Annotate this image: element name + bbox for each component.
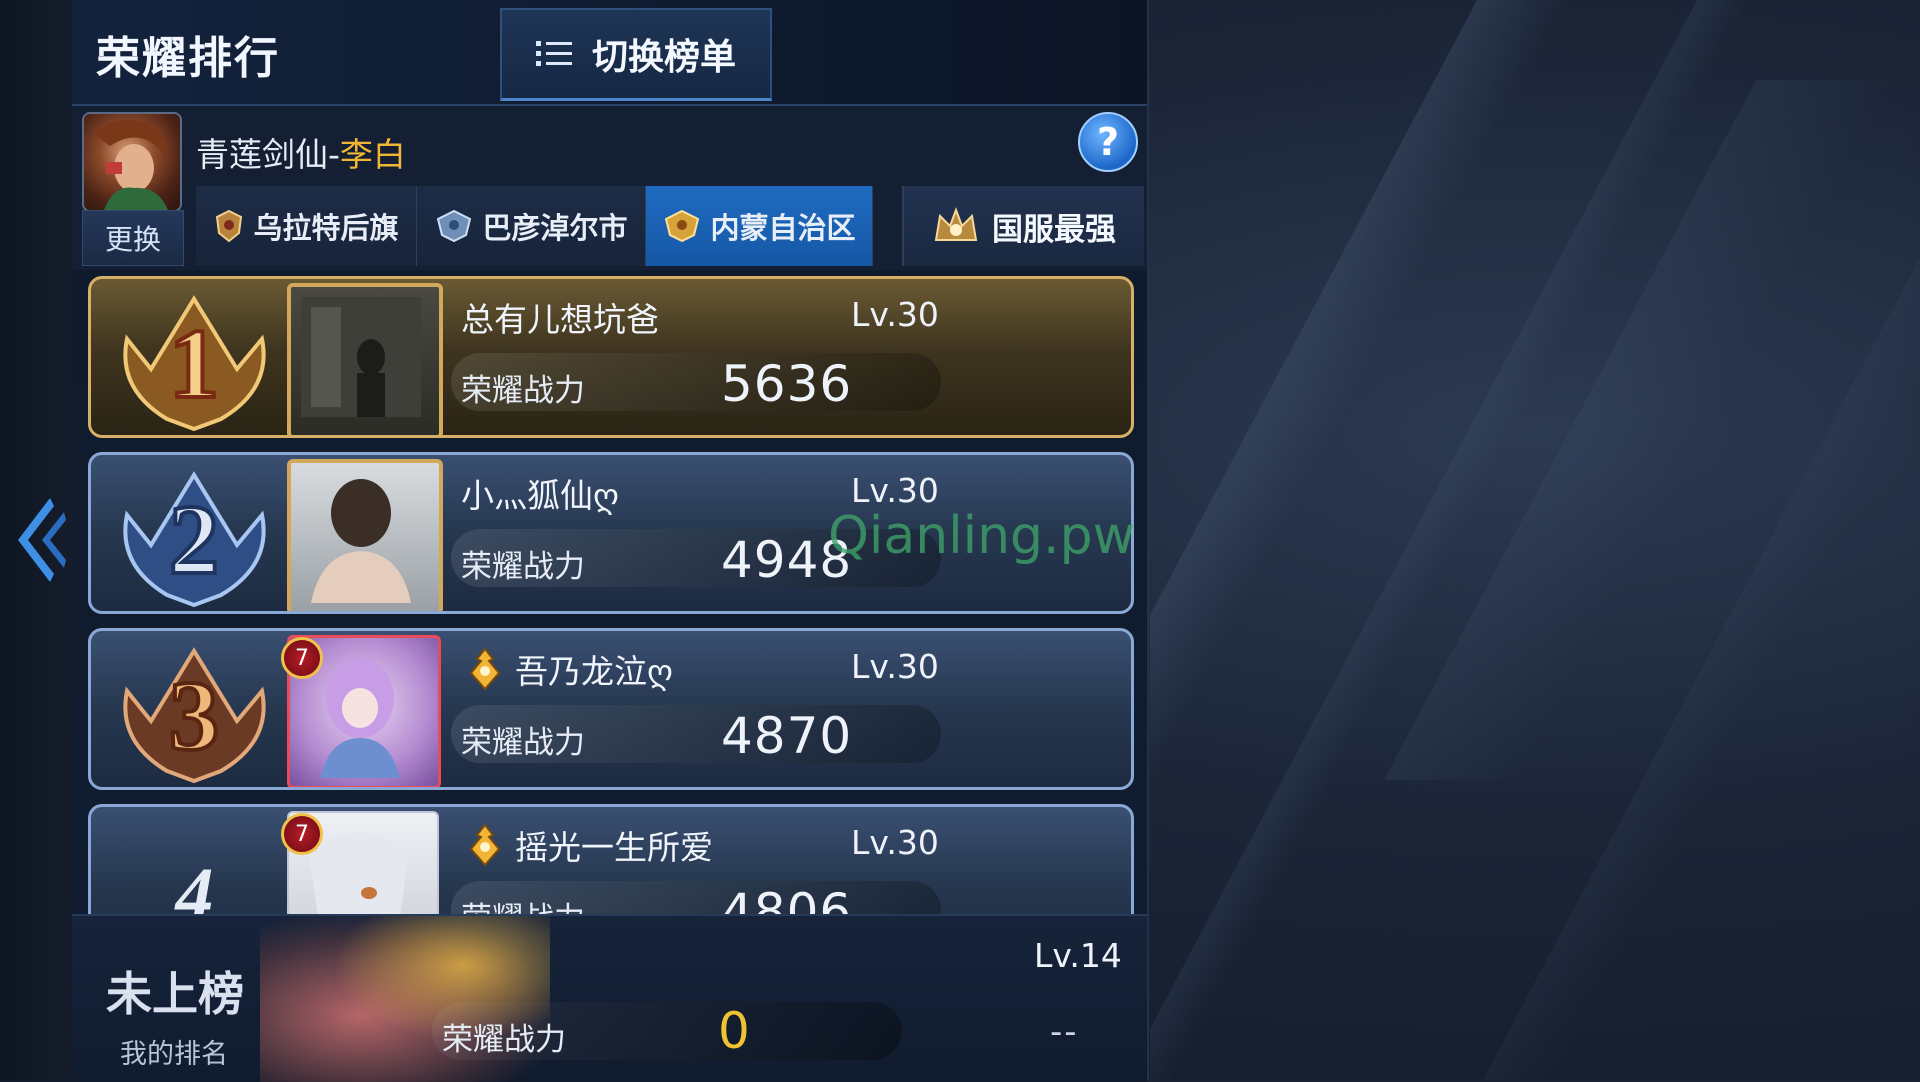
my-power-label: 荣耀战力 [442,1022,566,1058]
tab-banner-label: 乌拉特后旗 [253,211,399,245]
rank-4-number: 4 [175,853,214,914]
tab-city[interactable]: 巴彦淖尔市 [417,186,646,266]
tab-city-label: 巴彦淖尔市 [482,211,628,245]
switch-leaderboard-label: 切换榜单 [591,37,736,78]
background-decoration [1150,0,1920,1080]
player-name: 小灬狐仙ღ [461,476,619,515]
ranking-list: 1 总有儿想坑爸 Lv.30 荣耀战力 5636 2 小灬狐仙ღ Lv.30 荣… [72,272,1147,914]
role-icon [469,647,501,691]
player-level: Lv.30 [851,823,939,862]
national-crown-icon [934,207,978,241]
hero-name: 青莲剑仙-李白 [196,128,406,176]
rank-3-number: 3 [169,660,219,771]
my-rank-status: 未上榜 [106,967,244,1021]
player-portrait [287,459,443,611]
player-level: Lv.30 [851,295,939,334]
hero-avatar[interactable] [82,112,182,212]
tab-national-label: 国服最强 [992,211,1116,248]
player-name: 总有儿想坑爸 [461,300,659,339]
rank-2-number: 2 [169,484,219,595]
vip-badge: 7 [281,637,323,679]
power-label: 荣耀战力 [461,893,585,914]
rank-3-badge-icon: 3 [123,647,266,784]
switch-leaderboard-button[interactable]: 切换榜单 [500,8,772,101]
power-score: 4806 [721,883,853,914]
hero-selector: 更换 青莲剑仙-李白 乌拉特后旗 巴彦淖尔市 内蒙自治区 国服最强 [72,106,1147,270]
player-level: Lv.30 [851,471,939,510]
hero-title: 青莲剑仙- [196,135,340,174]
player-name: 摇光一生所爱 [515,828,713,867]
watermark: Qianling.pw [828,506,1136,566]
power-label: 荣耀战力 [461,373,585,409]
tab-province[interactable]: 内蒙自治区 [646,186,873,266]
tab-province-label: 内蒙自治区 [710,211,856,245]
header-bar: 荣耀排行 切换榜单 [72,0,1147,106]
power-label: 荣耀战力 [461,549,585,585]
list-icon [535,41,572,66]
region-badge-icon [665,209,700,243]
my-level: Lv.14 [1034,936,1122,975]
change-hero-button[interactable]: 更换 [82,210,184,266]
power-score: 5636 [721,355,853,413]
region-badge-icon [437,209,472,243]
player-portrait [287,283,443,435]
my-rank-row: 未上榜 我的排名 Lv.14 荣耀战力 0 -- [72,914,1147,1082]
my-rank-caption: 我的排名 [120,1039,228,1070]
ranking-card-3[interactable]: 3 7 吾乃龙泣ღ Lv.30 荣耀战力 4870 [88,628,1134,790]
player-name: 吾乃龙泣ღ [515,652,673,691]
ranking-card-4[interactable]: 4 7 摇光一生所爱 Lv.30 荣耀战力 4806 [88,804,1134,914]
help-button[interactable]: ? [1078,112,1138,172]
tab-banner[interactable]: 乌拉特后旗 [196,186,417,266]
rank-1-badge-icon: 1 [123,295,266,432]
my-power-score: 0 [718,1002,750,1060]
page-title: 荣耀排行 [96,33,280,84]
tab-national[interactable]: 国服最强 [902,186,1144,266]
role-icon [469,823,501,867]
rank-2-badge-icon: 2 [123,471,266,608]
back-arrow-icon[interactable] [10,490,66,590]
vip-badge: 7 [281,813,323,855]
region-badge-icon [216,209,243,243]
region-tabs: 乌拉特后旗 巴彦淖尔市 内蒙自治区 [196,186,873,266]
rank-1-number: 1 [169,308,219,419]
power-score: 4870 [721,707,853,765]
my-extra-value: -- [1050,1012,1079,1052]
ranking-card-1[interactable]: 1 总有儿想坑爸 Lv.30 荣耀战力 5636 [88,276,1134,438]
power-label: 荣耀战力 [461,725,585,761]
player-level: Lv.30 [851,647,939,686]
hero-name-highlight: 李白 [339,135,406,174]
